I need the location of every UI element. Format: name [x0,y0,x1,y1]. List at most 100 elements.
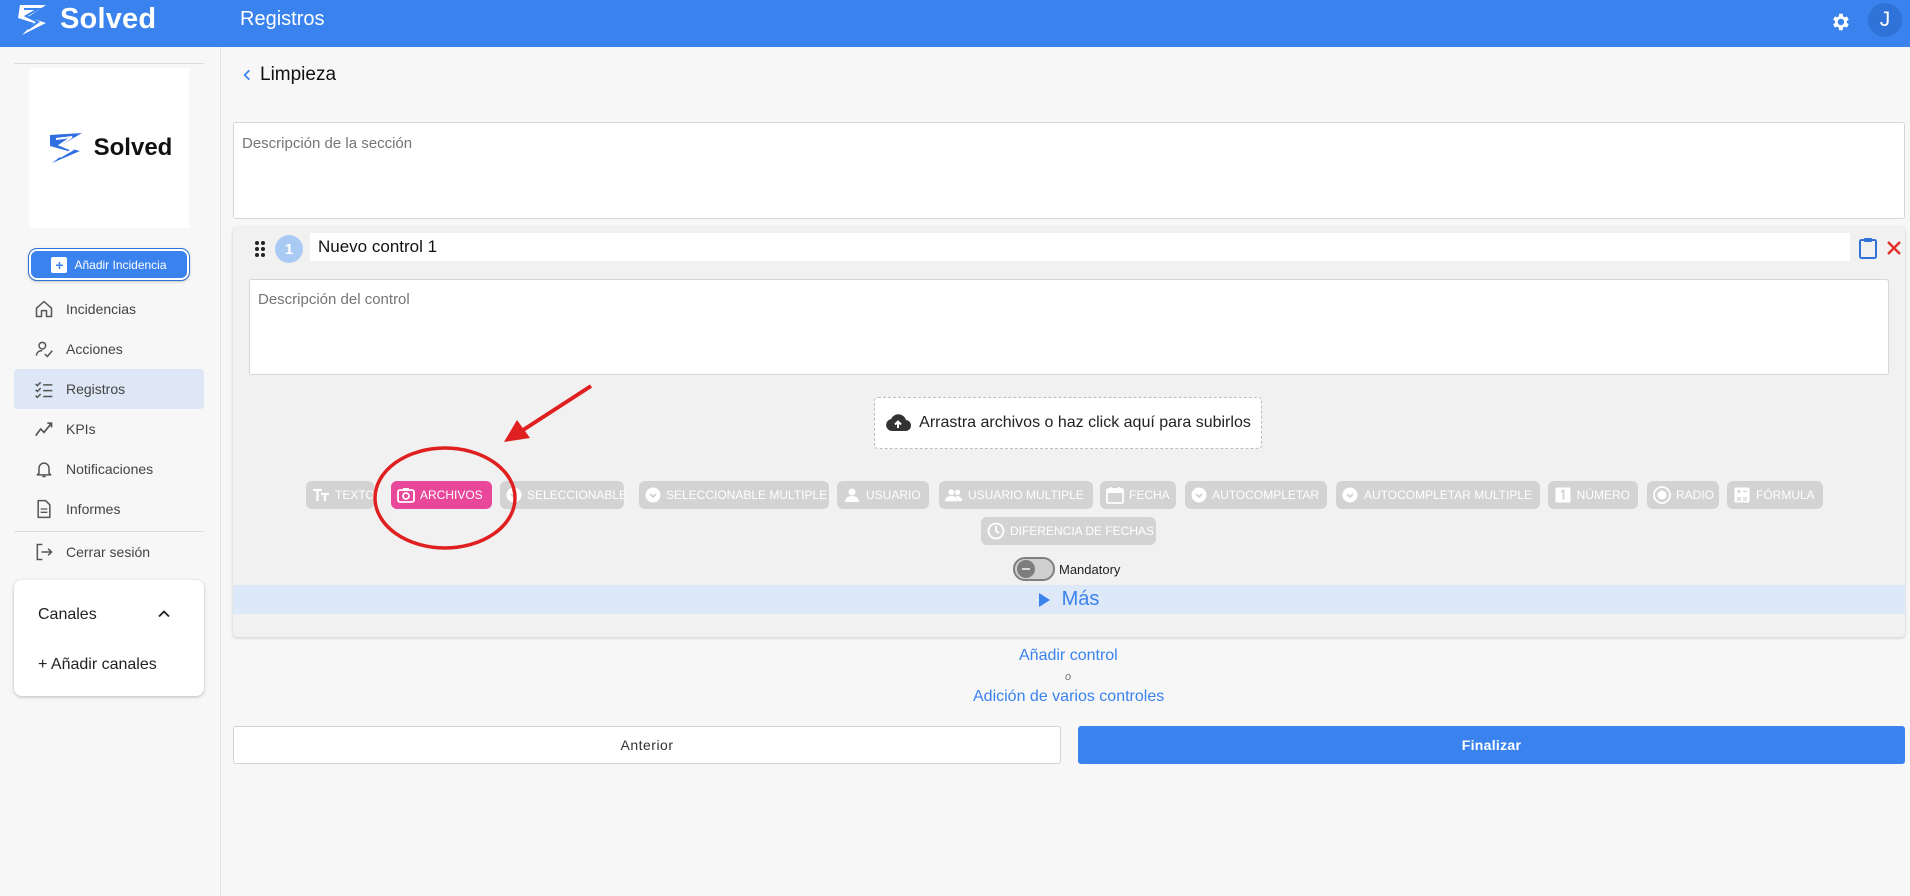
chip-label: SELECCIONABLE MULTIPLE [666,488,828,502]
sidebar-item-notificaciones[interactable]: Notificaciones [14,449,204,489]
type-chip-diferencia-de-fechas[interactable]: DIFERENCIA DE FECHAS [981,517,1156,545]
file-dropzone[interactable]: Arrastra archivos o haz click aquí para … [874,397,1262,449]
checklist-icon [35,381,53,399]
sidebar-item-label: KPIs [66,421,96,437]
type-chip-archivos[interactable]: ARCHIVOS [391,481,492,509]
type-chip-radio[interactable]: RADIO [1647,481,1719,509]
mandatory-label: Mandatory [1059,561,1121,577]
calendar-icon [1106,486,1124,504]
solved-logo-icon [49,133,82,163]
sidebar-item-label: Cerrar sesión [66,544,151,560]
mandatory-toggle[interactable] [1013,557,1055,581]
select-multiple-icon [645,486,661,504]
type-chip-autocompletar-multiple[interactable]: AUTOCOMPLETAR MULTIPLE [1336,481,1540,509]
bell-icon [36,462,52,478]
type-chip-seleccionable[interactable]: SELECCIONABLE [500,481,628,509]
add-control-link[interactable]: Añadir control [1019,647,1118,665]
users-icon [945,486,963,504]
sidebar-item-label: Informes [66,501,121,517]
company-logo: Solved [29,68,189,228]
channels-panel: Canales + Añadir canales [14,580,204,696]
sidebar-item-informes[interactable]: Informes [14,489,204,529]
chip-label: DIFERENCIA DE FECHAS [1010,524,1155,538]
autocomplete-multiple-icon [1342,486,1359,504]
user-check-icon [35,341,53,358]
logo-text: Solved [93,134,173,161]
add-incident-label: Añadir Incidencia [74,257,167,272]
chevron-up-icon[interactable] [154,604,174,624]
number-icon [1554,486,1572,504]
plus-icon: + [51,256,68,273]
sidebar-item-label: Notificaciones [66,461,154,477]
chip-label: RADIO [1676,488,1715,502]
clipboard-icon[interactable] [1858,237,1878,259]
autocomplete-icon [1191,486,1207,504]
type-chip-seleccionable-multiple[interactable]: SELECCIONABLE MULTIPLE [639,481,829,509]
chip-label: SELECCIONABLE [527,488,628,502]
type-chip-usuario-multiple[interactable]: USUARIO MULTIPLE [939,481,1093,509]
formula-icon [1733,486,1751,504]
radio-icon [1653,486,1671,504]
trend-icon [35,422,53,437]
document-icon [37,499,51,519]
chip-label: AUTOCOMPLETAR [1212,488,1319,502]
more-label: Más [1061,588,1100,610]
section-description-field[interactable] [233,122,1905,219]
page-title: Registros [240,8,325,30]
toggle-knob [1017,560,1035,578]
type-chip-formula[interactable]: FÓRMULA [1727,481,1823,509]
add-incident-button[interactable]: + Añadir Incidencia [28,248,190,281]
sidebar-item-acciones[interactable]: Acciones [14,329,204,369]
sidebar-item-incidencias[interactable]: Incidencias [14,289,204,329]
brand-name: Solved [60,2,157,35]
text-icon [312,486,330,504]
avatar[interactable]: J [1868,3,1902,37]
type-chip-usuario[interactable]: USUARIO [837,481,929,509]
camera-icon [397,486,415,504]
sidebar-divider [14,63,204,64]
control-number-badge: 1 [275,235,303,263]
select-icon [506,486,522,504]
chip-label: NÚMERO [1576,488,1630,502]
solved-logo-icon [18,5,46,35]
user-icon [843,486,861,504]
add-channels-link[interactable]: + Añadir canales [38,656,157,674]
type-chip-numero[interactable]: NÚMERO [1548,481,1638,509]
drag-handle-icon[interactable] [253,239,267,259]
cloud-upload-icon [886,414,912,432]
control-card: 1 Nuevo control 1 Arrastra archivos o ha… [233,227,1905,637]
sidebar-item-label: Acciones [66,341,123,357]
date-diff-icon [987,522,1005,540]
section-title: Limpieza [260,64,337,85]
previous-button[interactable]: Anterior [233,726,1061,764]
type-chip-autocompletar[interactable]: AUTOCOMPLETAR [1185,481,1327,509]
brand[interactable]: Solved [16,0,156,38]
type-chip-texto[interactable]: TEXTO [306,481,375,509]
breadcrumb[interactable]: Limpieza [240,64,336,86]
mandatory-row: Mandatory [1013,557,1120,581]
sidebar-item-cerrar-sesion[interactable]: Cerrar sesión [14,532,204,572]
chip-label: USUARIO MULTIPLE [968,488,1084,502]
more-options-toggle[interactable]: Más [233,585,1905,614]
logout-icon [36,543,53,561]
chevron-left-icon[interactable] [240,68,254,82]
sidebar-item-label: Registros [66,381,126,397]
chip-label: FECHA [1129,488,1170,502]
control-description-field[interactable] [249,279,1889,375]
add-multiple-controls-link[interactable]: Adición de varios controles [973,688,1164,706]
play-triangle-icon [1038,592,1050,607]
sidebar-item-kpis[interactable]: KPIs [14,409,204,449]
home-icon [35,300,53,318]
gear-icon[interactable] [1829,11,1851,33]
finish-button[interactable]: Finalizar [1078,726,1905,764]
chip-label: TEXTO [335,488,375,502]
chip-label: FÓRMULA [1756,488,1815,502]
control-name-input[interactable]: Nuevo control 1 [310,233,1850,261]
chip-label: USUARIO [866,488,921,502]
sidebar-item-registros[interactable]: Registros [14,369,204,409]
chip-label: AUTOCOMPLETAR MULTIPLE [1363,488,1532,502]
close-icon[interactable] [1885,239,1903,257]
channels-title: Canales [38,606,97,623]
type-chip-fecha[interactable]: FECHA [1100,481,1176,509]
chip-label: ARCHIVOS [420,488,483,502]
